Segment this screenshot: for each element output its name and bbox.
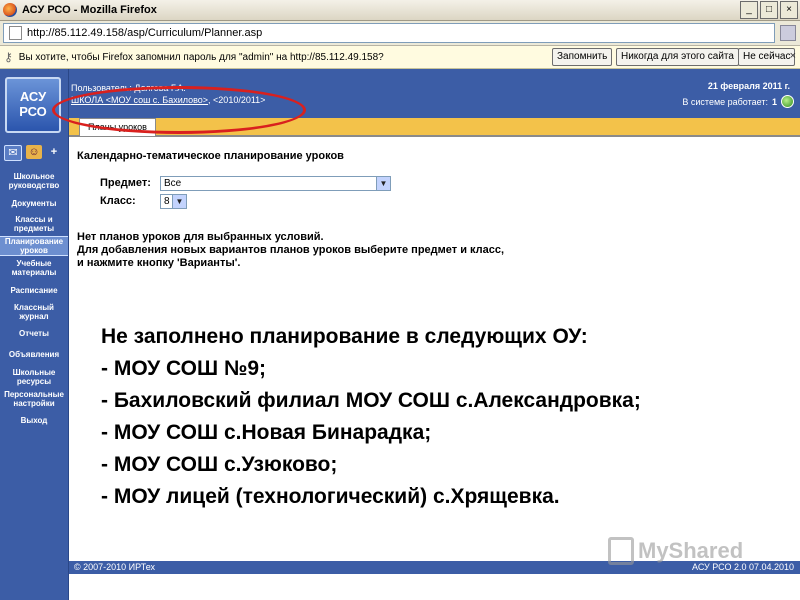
sidebar-item-announcements[interactable]: Объявления	[0, 350, 68, 359]
add-variants-hint: Для добавления новых вариантов планов ур…	[77, 244, 505, 256]
no-plans-message: Нет планов уроков для выбранных условий.	[77, 231, 324, 243]
address-bar: http://85.112.49.158/asp/Curriculum/Plan…	[0, 21, 800, 46]
sidebar-item-class-journal[interactable]: Классный журнал	[0, 303, 68, 321]
window-controls: _ □ ×	[740, 1, 798, 19]
watermark: MyShared	[608, 537, 743, 565]
sidebar-item-lesson-planning[interactable]: Планирование уроков	[0, 236, 68, 256]
sidebar-icons: ✉ ☺ +	[4, 145, 62, 161]
current-date: 21 февраля 2011 г.	[707, 81, 790, 91]
sidebar: АСУ РСО ✉ ☺ + Школьное руководство Докум…	[0, 69, 69, 600]
watermark-text: MyShared	[638, 538, 744, 563]
sidebar-item-learning-materials[interactable]: Учебные материалы	[0, 259, 68, 277]
sidebar-item-classes-subjects[interactable]: Классы и предметы	[0, 215, 68, 233]
close-icon[interactable]: ×	[790, 50, 796, 62]
press-variants-hint: и нажмите кнопку 'Варианты'.	[77, 257, 241, 269]
window-titlebar: АСУ РСО - Mozilla Firefox _ □ ×	[0, 0, 800, 21]
close-button[interactable]: ×	[780, 1, 798, 19]
url-input[interactable]: http://85.112.49.158/asp/Curriculum/Plan…	[3, 23, 775, 43]
chevron-down-icon: ▼	[172, 195, 186, 208]
class-select-value: 8	[164, 196, 170, 207]
panel-title: Календарно-тематическое планирование уро…	[77, 150, 344, 162]
overlay-heading: Не заполнено планирование в следующих ОУ…	[101, 325, 588, 348]
subject-select[interactable]: Все ▼	[160, 176, 391, 191]
maximize-button[interactable]: □	[760, 1, 778, 19]
sidebar-item-exit[interactable]: Выход	[0, 416, 68, 425]
url-text: http://85.112.49.158/asp/Curriculum/Plan…	[27, 27, 263, 39]
page: АСУ РСО ✉ ☺ + Школьное руководство Докум…	[0, 69, 800, 600]
class-label: Класс:	[100, 195, 136, 207]
remember-button[interactable]: Запомнить	[552, 48, 613, 66]
page-icon	[9, 26, 22, 40]
sidebar-item-school-management[interactable]: Школьное руководство	[0, 172, 68, 190]
overlay-item: - МОУ лицей (технологический) с.Хрящевка…	[101, 485, 560, 508]
logo-line-2: РСО	[19, 104, 47, 119]
subject-select-value: Все	[164, 178, 182, 189]
class-select[interactable]: 8 ▼	[160, 194, 187, 209]
password-notification-bar: ⚷ Вы хотите, чтобы Firefox запомнил паро…	[0, 46, 800, 69]
online-count: 1	[771, 96, 777, 107]
overlay-item: - Бахиловский филиал МОУ СОШ с.Александр…	[101, 389, 641, 412]
sidebar-item-personal-settings[interactable]: Персональные настройки	[0, 390, 68, 408]
key-icon: ⚷	[4, 50, 13, 64]
notification-message: Вы хотите, чтобы Firefox запомнил пароль…	[18, 51, 384, 63]
sidebar-item-schedule[interactable]: Расписание	[0, 286, 68, 295]
plus-icon[interactable]: +	[46, 145, 62, 159]
subject-label: Предмет:	[100, 177, 151, 189]
window-title: АСУ РСО - Mozilla Firefox	[22, 4, 157, 16]
overlay-item: - МОУ СОШ с.Узюково;	[101, 453, 338, 476]
online-status: В системе работает: 1	[682, 95, 794, 108]
sidebar-item-reports[interactable]: Отчеты	[0, 329, 68, 338]
minimize-button[interactable]: _	[740, 1, 758, 19]
people-icon[interactable]: ☺	[26, 145, 42, 159]
overlay-item: - МОУ СОШ №9;	[101, 357, 267, 380]
go-icon[interactable]	[780, 25, 796, 41]
sidebar-item-school-resources[interactable]: Школьные ресурсы	[0, 368, 68, 386]
logo-line-1: АСУ	[19, 89, 47, 104]
annotation-ellipse	[52, 86, 306, 134]
not-now-button[interactable]: Не сейчас	[738, 48, 796, 66]
mail-icon[interactable]: ✉	[4, 145, 22, 161]
firefox-icon	[3, 3, 17, 17]
watermark-icon	[608, 537, 634, 565]
never-for-site-button[interactable]: Никогда для этого сайта	[616, 48, 739, 66]
app-logo[interactable]: АСУ РСО	[5, 77, 61, 133]
chevron-down-icon: ▼	[376, 177, 390, 190]
sidebar-item-documents[interactable]: Документы	[0, 199, 68, 208]
overlay-item: - МОУ СОШ с.Новая Бинарадка;	[101, 421, 432, 444]
online-label: В системе работает:	[682, 96, 768, 107]
copyright: © 2007-2010 ИРТех	[74, 562, 156, 572]
main-content: Пользователь: Долгова Г.А. ШКОЛА <МОУ со…	[69, 69, 800, 600]
refresh-icon[interactable]	[781, 95, 794, 108]
